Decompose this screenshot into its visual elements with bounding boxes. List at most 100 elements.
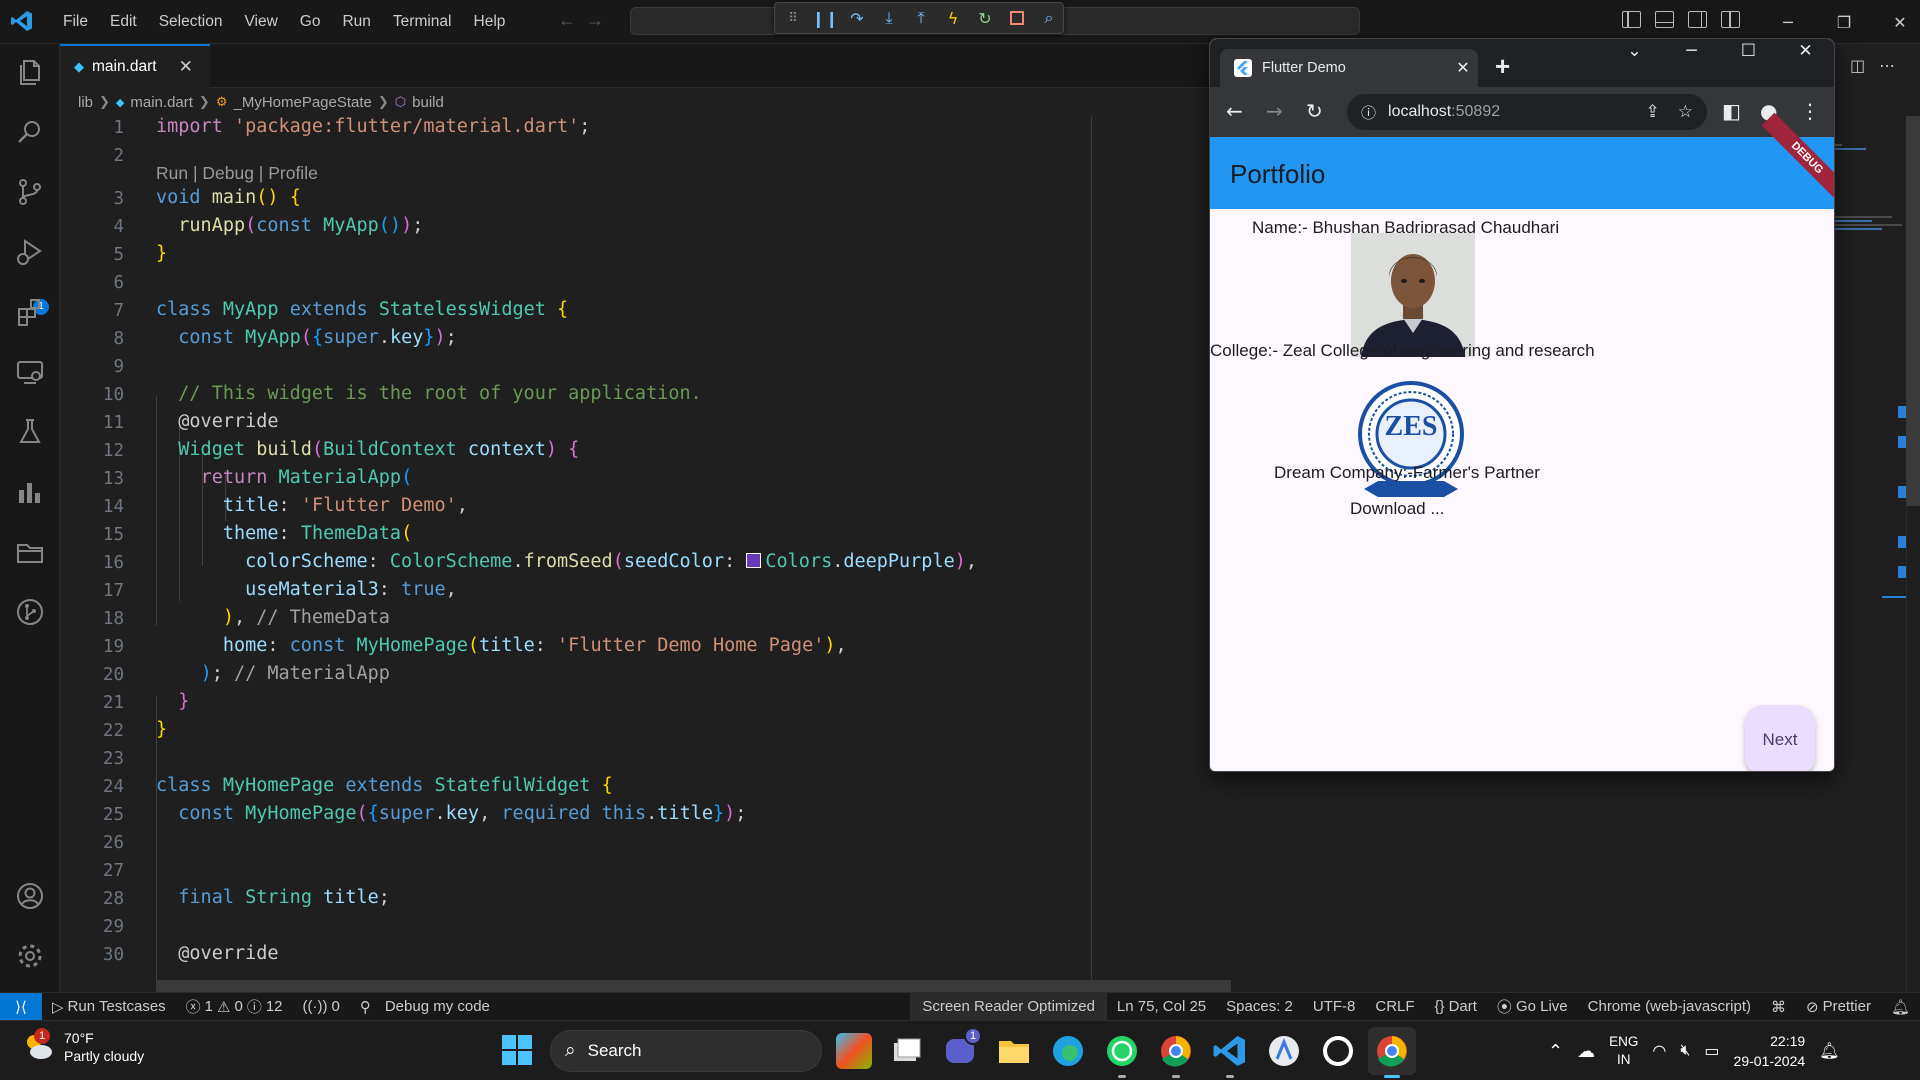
search-icon[interactable] <box>14 116 46 148</box>
settings-gear-icon[interactable] <box>14 940 46 972</box>
whatsapp-icon[interactable] <box>1104 1033 1140 1069</box>
pause-icon[interactable]: ❙❙ <box>812 8 839 28</box>
restore-icon[interactable]: ❐ <box>1816 13 1872 32</box>
address-bar[interactable]: ⓘ localhost:50892 ⇪ ☆ <box>1347 94 1707 130</box>
problems-indicator[interactable]: ⓧ 1 ⚠ 0 ⓘ 12 <box>176 996 293 1017</box>
tab-search-chevron-icon[interactable]: ⌄ <box>1606 41 1663 61</box>
project-manager-icon[interactable] <box>14 536 46 568</box>
indentation-status[interactable]: Spaces: 2 <box>1216 998 1303 1015</box>
chrome-tab-close-icon[interactable]: ✕ <box>1448 58 1478 78</box>
windows-start-icon[interactable] <box>502 1035 532 1065</box>
forward-arrow-icon[interactable]: → <box>586 10 604 31</box>
chrome-icon[interactable] <box>1158 1033 1194 1069</box>
site-info-icon[interactable]: ⓘ <box>1361 102 1376 123</box>
color-swatch[interactable] <box>746 553 762 568</box>
debug-my-code-button[interactable]: ⚲ Debug my code <box>350 998 500 1016</box>
explorer-icon[interactable] <box>14 56 46 88</box>
accounts-icon[interactable] <box>14 880 46 912</box>
chrome-active-icon[interactable] <box>1368 1027 1416 1075</box>
step-into-icon[interactable]: ⤓ <box>879 8 899 28</box>
source-control-icon[interactable] <box>14 176 46 208</box>
battery-icon[interactable]: ▭ <box>1704 1041 1719 1061</box>
minimize-icon[interactable]: ─ <box>1760 13 1816 32</box>
volume-muted-icon[interactable]: 🔇︎ <box>1680 1042 1690 1060</box>
copilot-app-icon[interactable] <box>836 1033 872 1069</box>
edge-browser-icon[interactable] <box>1050 1033 1086 1069</box>
hot-reload-icon[interactable]: ϟ <box>943 8 963 28</box>
cursor-position[interactable]: Ln 75, Col 25 <box>1107 998 1216 1015</box>
share-icon[interactable]: ⇪ <box>1646 102 1660 122</box>
git-graph-icon[interactable] <box>14 596 46 628</box>
screen-reader-status[interactable]: Screen Reader Optimized <box>910 993 1107 1020</box>
toggle-secondary-sidebar-icon[interactable] <box>1688 11 1707 28</box>
prettier-status[interactable]: ⊘ Prettier <box>1796 998 1881 1016</box>
code-editor[interactable]: 1 2 3 4 5 6 7 8 9 10 11 12 13 14 15 16 1… <box>60 116 1240 992</box>
restart-icon[interactable]: ↻ <box>975 8 995 28</box>
run-testcases-button[interactable]: ▷ Run Testcases <box>42 998 176 1016</box>
charts-icon[interactable] <box>14 476 46 508</box>
tab-main-dart[interactable]: ◆ main.dart ✕ <box>60 44 210 88</box>
reload-icon[interactable]: ↻ <box>1306 99 1323 123</box>
new-tab-plus-icon[interactable]: + <box>1495 51 1510 82</box>
encoding-status[interactable]: UTF-8 <box>1303 998 1366 1015</box>
toggle-panel-icon[interactable] <box>1655 11 1674 28</box>
breadcrumb-file[interactable]: main.dart <box>130 94 193 111</box>
back-arrow-icon[interactable]: ← <box>1226 99 1243 123</box>
eol-status[interactable]: CRLF <box>1365 998 1424 1015</box>
chevron-up-icon[interactable]: ⌃ <box>1548 1041 1563 1062</box>
language-indicator[interactable]: ENG IN <box>1609 1033 1638 1069</box>
menu-terminal[interactable]: Terminal <box>382 13 463 31</box>
file-explorer-icon[interactable] <box>996 1033 1032 1069</box>
back-arrow-icon[interactable]: ← <box>558 10 576 31</box>
step-out-icon[interactable]: ⤒ <box>911 8 931 28</box>
vscode-taskbar-icon[interactable] <box>1212 1033 1248 1069</box>
weather-widget[interactable]: 1 70°F Partly cloudy <box>22 1028 144 1065</box>
menu-view[interactable]: View <box>233 13 288 31</box>
feedback-icon[interactable]: ⌘ <box>1761 998 1796 1016</box>
chrome-tab-flutter-demo[interactable]: Flutter Demo ✕ <box>1220 49 1478 87</box>
task-view-icon[interactable] <box>888 1033 924 1069</box>
notification-bell-icon[interactable]: 🔔︎ <box>1819 1041 1839 1061</box>
next-button[interactable]: Next <box>1745 705 1815 771</box>
teams-chat-icon[interactable]: 1 <box>942 1027 982 1069</box>
run-debug-icon[interactable] <box>14 236 46 268</box>
extensions-icon[interactable] <box>14 296 46 328</box>
devtools-icon[interactable]: ⌕ <box>1039 8 1059 28</box>
remote-explorer-icon[interactable] <box>14 356 46 388</box>
horizontal-scrollbar[interactable] <box>156 980 1231 992</box>
menu-run[interactable]: Run <box>331 13 381 31</box>
customize-layout-icon[interactable] <box>1721 11 1740 28</box>
remote-indicator-icon[interactable]: ⟩⟨ <box>0 993 42 1020</box>
bookmark-star-icon[interactable]: ☆ <box>1678 102 1693 122</box>
taskbar-search[interactable]: ⌕ Search <box>550 1030 822 1072</box>
chrome-menu-icon[interactable]: ⋮ <box>1800 99 1820 123</box>
onedrive-cloud-icon[interactable]: ☁ <box>1577 1041 1595 1062</box>
menu-go[interactable]: Go <box>289 13 332 31</box>
menu-selection[interactable]: Selection <box>148 13 234 31</box>
testing-icon[interactable] <box>14 416 46 448</box>
breadcrumb-lib[interactable]: lib <box>78 94 93 111</box>
language-mode[interactable]: {} Dart <box>1425 998 1487 1015</box>
more-actions-icon[interactable]: ⋯ <box>1879 56 1895 76</box>
close-icon[interactable]: ✕ <box>1872 13 1920 32</box>
ports-indicator[interactable]: ((·)) 0 <box>293 998 350 1015</box>
breadcrumb-method[interactable]: build <box>412 94 444 111</box>
android-studio-icon[interactable] <box>1266 1033 1302 1069</box>
tab-close-icon[interactable]: ✕ <box>179 57 193 77</box>
split-editor-icon[interactable]: ◫ <box>1850 56 1865 76</box>
maximize-icon[interactable]: ☐ <box>1720 41 1777 61</box>
menu-file[interactable]: File <box>52 13 99 31</box>
github-desktop-icon[interactable] <box>1320 1033 1356 1069</box>
codelens-run-debug-profile[interactable]: Run | Debug | Profile <box>156 163 318 184</box>
notifications-bell-icon[interactable]: 🔔︎ <box>1881 998 1920 1016</box>
go-live-button[interactable]: ⦿ Go Live <box>1487 996 1578 1017</box>
vertical-scrollbar-thumb[interactable] <box>1906 116 1920 506</box>
close-icon[interactable]: ✕ <box>1777 41 1834 61</box>
toggle-primary-sidebar-icon[interactable] <box>1622 11 1641 28</box>
breadcrumb-class[interactable]: _MyHomePageState <box>233 94 371 111</box>
step-over-icon[interactable]: ↷ <box>847 8 867 28</box>
drag-handle-icon[interactable]: ⠿ <box>783 8 803 28</box>
flutter-device-selector[interactable]: Chrome (web-javascript) <box>1578 998 1761 1015</box>
side-panel-icon[interactable]: ◧ <box>1722 99 1741 123</box>
minimize-icon[interactable]: ─ <box>1663 41 1720 61</box>
